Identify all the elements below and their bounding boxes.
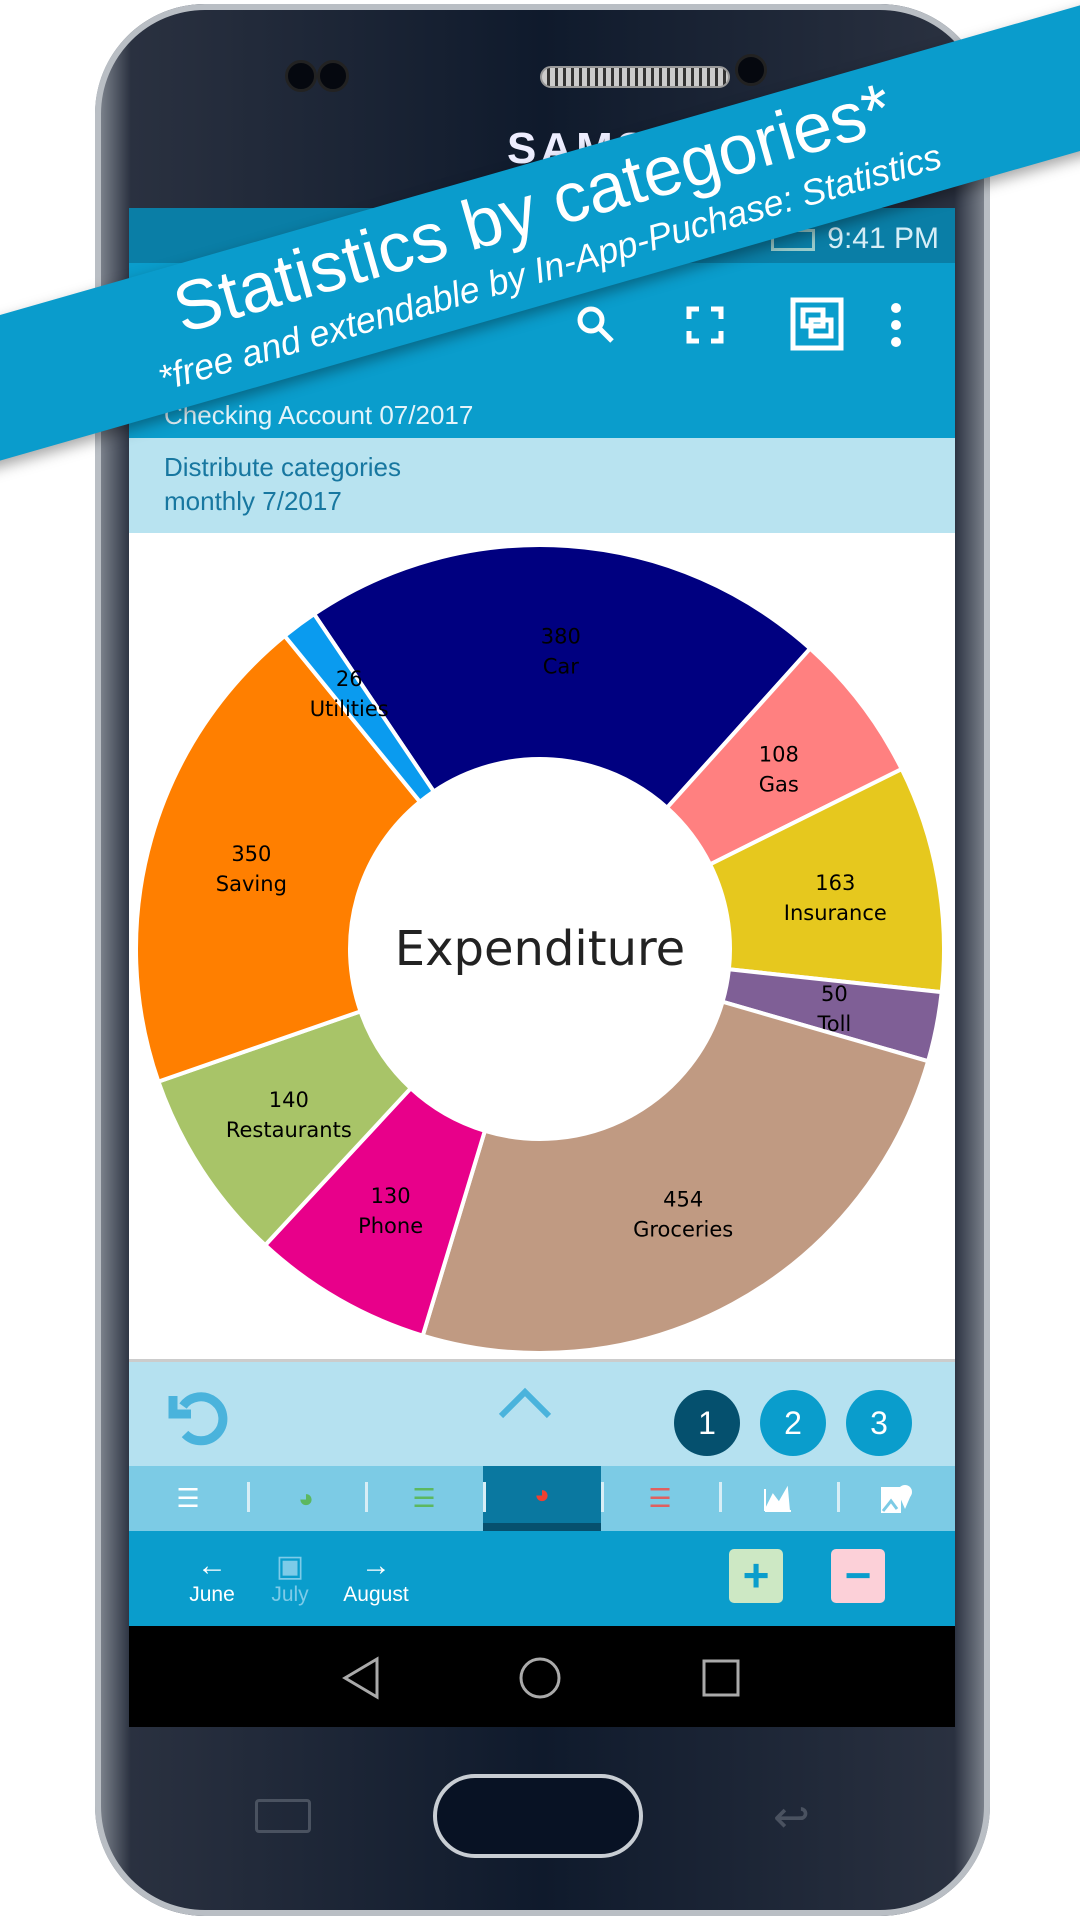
slice-category-label: Phone: [358, 1214, 423, 1238]
current-month-button[interactable]: ▣ July: [245, 1549, 335, 1607]
calendar-icon: ▣: [275, 1550, 305, 1583]
slice-category-label: Utilities: [310, 697, 389, 721]
line-chart-icon: [764, 1485, 791, 1512]
page-3-button[interactable]: 3: [846, 1390, 912, 1456]
tab-map[interactable]: [837, 1466, 955, 1531]
fullscreen-icon[interactable]: [685, 305, 725, 345]
page-2-button[interactable]: 2: [760, 1390, 826, 1456]
front-camera: [735, 54, 767, 86]
next-month-button[interactable]: → August: [331, 1549, 421, 1607]
system-nav-bar: [129, 1626, 955, 1727]
slice-category-label: Insurance: [784, 901, 887, 925]
window-icon[interactable]: [789, 296, 845, 352]
home-icon[interactable]: [518, 1656, 562, 1700]
map-icon: [881, 1484, 912, 1513]
bottom-bar: ← June ▣ July → August + −: [129, 1531, 955, 1626]
slice-value-label: 50: [821, 982, 848, 1006]
app-screen: 9:41 PM Checking Account 07/2017 Distrib…: [129, 208, 955, 1727]
tab-list-green[interactable]: ☰: [365, 1466, 483, 1531]
controls-row: 1 2 3: [129, 1359, 955, 1466]
next-month-label: August: [343, 1583, 409, 1606]
report-header: Distribute categories monthly 7/2017: [129, 438, 955, 533]
sensor: [317, 60, 349, 92]
slice-value-label: 130: [371, 1184, 411, 1208]
slice-category-label: Saving: [216, 872, 287, 896]
back-icon[interactable]: [341, 1656, 381, 1700]
list-green-icon: ☰: [412, 1483, 436, 1513]
list-red-icon: ☰: [648, 1483, 672, 1513]
report-period: monthly 7/2017: [164, 486, 342, 516]
numbered-list-icon: ☰: [176, 1483, 200, 1513]
slice-category-label: Car: [543, 655, 580, 679]
recents-hw-icon: [255, 1799, 311, 1833]
report-title: Distribute categories: [164, 452, 401, 482]
slice-value-label: 380: [541, 625, 581, 649]
search-icon[interactable]: [574, 303, 618, 347]
pie-green-icon: ◕: [298, 1483, 314, 1513]
slice-value-label: 140: [269, 1088, 309, 1112]
undo-icon[interactable]: [167, 1384, 233, 1450]
recents-icon[interactable]: [701, 1658, 741, 1698]
sensor: [285, 60, 317, 92]
center-label: Expenditure: [395, 921, 685, 977]
tab-pie-red[interactable]: ◕: [483, 1466, 601, 1531]
slice-category-label: Restaurants: [226, 1118, 352, 1142]
speaker: [540, 66, 730, 88]
back-hw-icon: ↩: [773, 1793, 810, 1842]
tab-list-red[interactable]: ☰: [601, 1466, 719, 1531]
chevron-up-icon[interactable]: [497, 1384, 553, 1420]
account-title: Checking Account 07/2017: [164, 400, 474, 430]
more-icon[interactable]: [889, 301, 903, 349]
current-month-label: July: [271, 1583, 309, 1606]
slice-category-label: Gas: [759, 772, 799, 796]
slice-value-label: 454: [663, 1188, 703, 1212]
page-1-button[interactable]: 1: [674, 1390, 740, 1456]
slice-value-label: 108: [759, 742, 799, 766]
arrow-left-icon: ←: [197, 1549, 227, 1582]
view-tabs: ☰ ◕ ☰ ◕ ☰: [129, 1466, 955, 1531]
tab-line-chart[interactable]: [719, 1466, 837, 1531]
slice-value-label: 350: [231, 842, 271, 866]
add-income-button[interactable]: +: [729, 1549, 783, 1603]
add-expense-button[interactable]: −: [831, 1549, 885, 1603]
status-time: 9:41 PM: [827, 222, 939, 255]
tab-pie-green[interactable]: ◕: [247, 1466, 365, 1531]
arrow-right-icon: →: [361, 1549, 391, 1582]
slice-value-label: 26: [336, 667, 363, 691]
tab-numbered-list[interactable]: ☰: [129, 1466, 247, 1531]
slice-category-label: Groceries: [633, 1218, 733, 1242]
home-button[interactable]: [433, 1774, 643, 1858]
slice-value-label: 163: [815, 871, 855, 895]
pie-red-icon: ◕: [534, 1479, 550, 1509]
prev-month-label: June: [189, 1583, 235, 1606]
prev-month-button[interactable]: ← June: [167, 1549, 257, 1607]
donut-chart[interactable]: 380Car108Gas163Insurance50Toll454Groceri…: [129, 533, 955, 1359]
